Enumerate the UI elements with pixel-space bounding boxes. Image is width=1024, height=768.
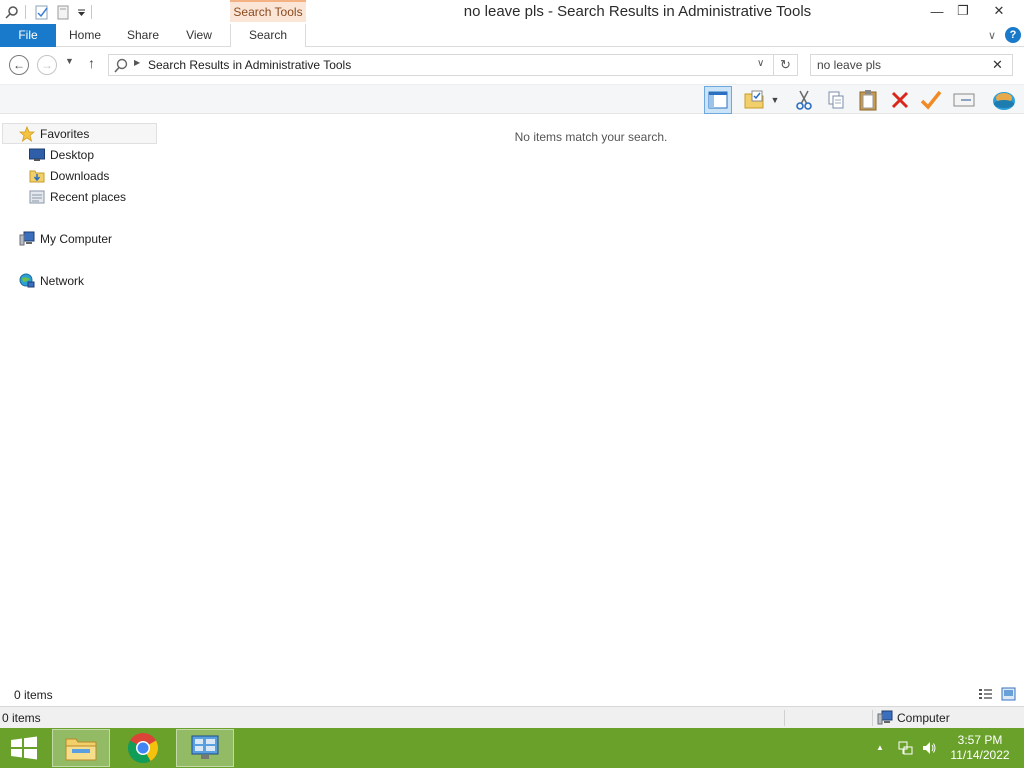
taskbar: ▲ 3:57 PM 11/14/2022 [0, 728, 1024, 768]
item-count: 0 items [2, 711, 41, 725]
paste-icon[interactable] [854, 86, 882, 114]
tab-share[interactable]: Share [118, 24, 168, 47]
sidebar-item-label: Recent places [50, 189, 127, 204]
recent-locations-icon[interactable]: ▼ [65, 56, 74, 66]
chrome-icon[interactable] [114, 729, 172, 767]
forward-button[interactable]: → [37, 55, 57, 75]
sidebar-item-desktop[interactable]: Desktop [0, 144, 94, 165]
qat-divider [25, 5, 26, 19]
zone-label: Computer [897, 711, 950, 725]
ribbon: File Home Share View Search ∨ ? [0, 24, 1024, 47]
status-divider [784, 710, 785, 726]
title-bar: Search Tools no leave pls - Search Resul… [0, 0, 1024, 24]
globe-icon[interactable] [990, 86, 1018, 114]
tab-file[interactable]: File [0, 24, 56, 47]
toolbar: ▼ [0, 84, 1024, 114]
sidebar-item-label: Favorites [40, 126, 90, 141]
navigation-pane: Favorites Desktop Downloads Recent place… [0, 114, 158, 684]
sidebar-item-label: Desktop [50, 147, 95, 162]
delete-icon[interactable] [886, 86, 914, 114]
details-status-bar: 0 items Computer [0, 706, 1024, 728]
tab-search[interactable]: Search [230, 24, 306, 47]
sidebar-item-label: Network [40, 273, 85, 288]
quick-access-toolbar [0, 0, 96, 24]
back-button[interactable]: ← [9, 55, 29, 75]
status-divider [872, 710, 873, 726]
navigation-pane-icon[interactable] [704, 86, 732, 114]
expand-ribbon-icon[interactable]: ∨ [984, 27, 1000, 43]
network-icon [19, 273, 35, 289]
window-title: no leave pls - Search Results in Adminis… [463, 3, 812, 20]
clear-search-icon[interactable]: ✕ [992, 57, 1003, 73]
properties-icon[interactable] [950, 86, 978, 114]
sidebar-item-my-computer[interactable]: My Computer [0, 228, 112, 249]
volume-icon[interactable] [921, 740, 937, 756]
large-icons-view-icon[interactable] [1001, 687, 1016, 701]
computer-icon [19, 231, 35, 247]
folder-check-icon[interactable] [740, 86, 768, 114]
tab-view[interactable]: View [176, 24, 222, 47]
security-zone: Computer [877, 710, 950, 726]
refresh-button[interactable]: ↻ [774, 54, 798, 76]
search-input[interactable]: no leave pls ✕ [810, 54, 1013, 76]
customize-qat-icon[interactable] [75, 3, 87, 21]
recent-places-icon [29, 189, 45, 205]
new-folder-icon[interactable] [54, 3, 72, 21]
tab-home[interactable]: Home [60, 24, 110, 47]
breadcrumb-separator-icon[interactable]: ▶ [134, 58, 140, 67]
copy-icon[interactable] [822, 86, 850, 114]
status-bar: 0 items [0, 684, 1024, 705]
details-view-icon[interactable] [978, 687, 993, 701]
up-button[interactable]: ↑ [88, 55, 95, 71]
file-list[interactable]: No items match your search. [158, 114, 1024, 684]
network-status-icon[interactable] [898, 740, 914, 756]
properties-icon[interactable] [33, 3, 51, 21]
folder-options-dropdown-icon[interactable]: ▼ [768, 86, 782, 114]
start-button[interactable] [9, 736, 39, 760]
qat-divider [91, 5, 92, 19]
cut-icon[interactable] [790, 86, 818, 114]
show-hidden-icons[interactable]: ▲ [876, 743, 884, 752]
search-icon[interactable] [3, 3, 21, 21]
sidebar-item-favorites[interactable]: Favorites [2, 123, 157, 144]
restore-button[interactable]: ❐ [950, 0, 976, 22]
item-count: 0 items [14, 688, 53, 702]
help-icon[interactable]: ? [1005, 27, 1021, 43]
empty-results-message: No items match your search. [514, 130, 668, 144]
sidebar-item-label: My Computer [40, 231, 113, 246]
address-row: ← → ▼ ↑ ▶ Search Results in Administrati… [0, 47, 1024, 83]
star-icon [19, 125, 35, 142]
desktop-icon [29, 147, 45, 163]
breadcrumb[interactable]: Search Results in Administrative Tools [148, 58, 351, 72]
minimize-button[interactable]: — [924, 0, 950, 22]
sidebar-item-network[interactable]: Network [0, 270, 84, 291]
clock-date: 11/14/2022 [950, 748, 1010, 762]
file-explorer-icon[interactable] [52, 729, 110, 767]
address-dropdown-icon[interactable]: ∨ [757, 58, 764, 69]
close-button[interactable]: ✕ [980, 0, 1018, 22]
search-results-icon [113, 58, 129, 74]
check-icon[interactable] [917, 86, 945, 114]
sidebar-item-downloads[interactable]: Downloads [0, 165, 109, 186]
control-panel-icon[interactable] [176, 729, 234, 767]
clock-time: 3:57 PM [957, 733, 1003, 747]
computer-icon [877, 710, 893, 726]
address-bar[interactable]: ▶ Search Results in Administrative Tools… [108, 54, 774, 76]
system-clock[interactable]: 3:57 PM 11/14/2022 [944, 733, 1016, 763]
sidebar-item-label: Downloads [50, 168, 110, 183]
search-tools-header: Search Tools [230, 0, 306, 22]
downloads-folder-icon [29, 168, 45, 184]
search-query[interactable]: no leave pls [817, 58, 881, 72]
sidebar-item-recent-places[interactable]: Recent places [0, 186, 126, 207]
